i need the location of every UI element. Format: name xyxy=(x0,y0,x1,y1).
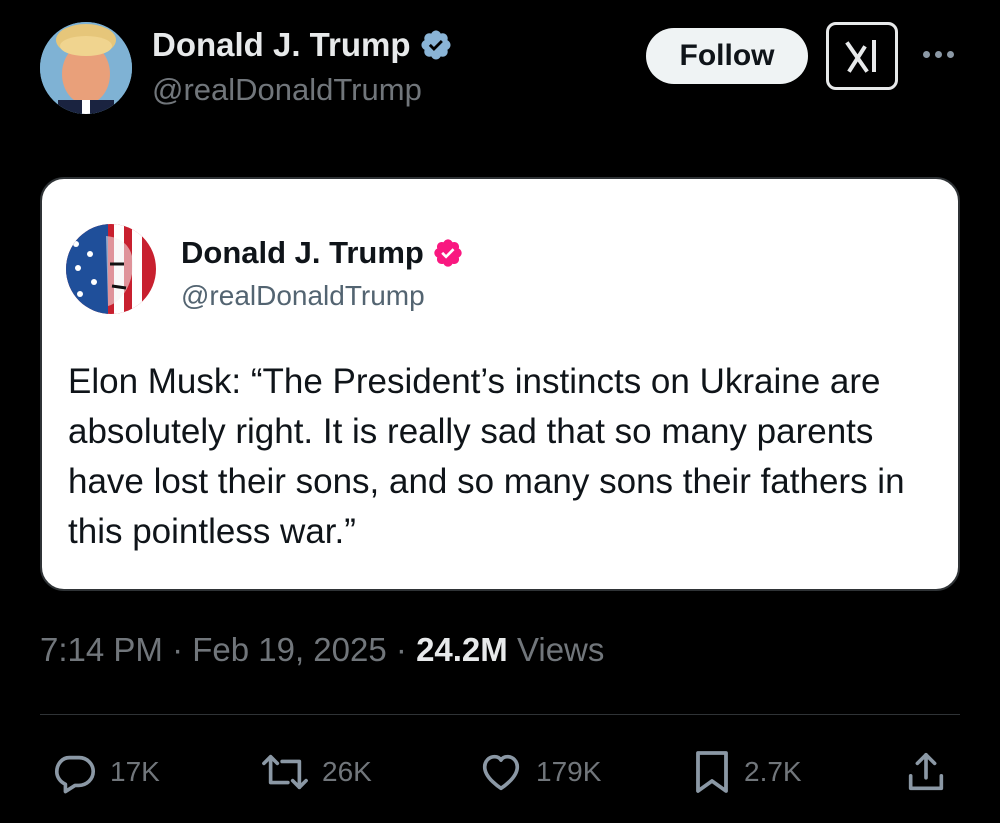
quoted-post-card[interactable]: Donald J. Trump @realDonaldTrump Elon Mu… xyxy=(40,177,960,591)
post-time[interactable]: 7:14 PM xyxy=(40,631,163,668)
post-meta: 7:14 PM · Feb 19, 2025 · 24.2M Views xyxy=(40,631,604,669)
more-options-icon[interactable] xyxy=(917,38,959,70)
author-avatar-image xyxy=(40,22,132,114)
author-handle[interactable]: @realDonaldTrump xyxy=(152,72,422,108)
verified-badge-icon xyxy=(434,239,462,267)
verified-badge-icon xyxy=(421,30,451,60)
reply-icon xyxy=(54,755,96,794)
views-label: Views xyxy=(516,631,605,668)
repost-button[interactable]: 26K xyxy=(260,748,372,796)
author-name-text: Donald J. Trump xyxy=(152,26,411,63)
quoted-author-handle[interactable]: @realDonaldTrump xyxy=(181,280,425,312)
like-button[interactable]: 179K xyxy=(478,748,601,796)
reply-count: 17K xyxy=(110,756,160,787)
grok-icon xyxy=(845,40,876,73)
like-count: 179K xyxy=(536,756,602,787)
meta-separator: · xyxy=(386,631,417,668)
follow-button[interactable]: Follow xyxy=(646,28,808,84)
quoted-author-name[interactable]: Donald J. Trump xyxy=(181,235,464,271)
author-avatar[interactable] xyxy=(40,22,132,114)
quoted-post-text: Elon Musk: “The President’s instincts on… xyxy=(68,362,905,551)
quoted-author-name-text: Donald J. Trump xyxy=(181,235,424,270)
reply-button[interactable]: 17K xyxy=(52,748,160,796)
quoted-author-avatar-image xyxy=(66,224,156,314)
post-page: Donald J. Trump @realDonaldTrump Follow xyxy=(0,0,1000,823)
share-icon xyxy=(908,752,944,791)
bookmark-count: 2.7K xyxy=(744,756,802,787)
views-count[interactable]: 24.2M xyxy=(416,631,508,668)
bookmark-icon xyxy=(696,751,728,793)
more-dot xyxy=(934,50,942,58)
bookmark-button[interactable]: 2.7K xyxy=(692,748,802,796)
author-name[interactable]: Donald J. Trump xyxy=(152,26,453,64)
more-dot xyxy=(946,50,954,58)
quoted-author-avatar[interactable] xyxy=(66,224,156,314)
grok-button[interactable] xyxy=(826,22,898,90)
post-date[interactable]: Feb 19, 2025 xyxy=(192,631,387,668)
divider xyxy=(40,714,960,715)
share-button[interactable] xyxy=(903,748,949,796)
repost-count: 26K xyxy=(322,756,372,787)
heart-icon xyxy=(482,754,520,791)
repost-icon xyxy=(262,754,308,790)
more-dot xyxy=(922,50,930,58)
meta-separator: · xyxy=(162,631,193,668)
